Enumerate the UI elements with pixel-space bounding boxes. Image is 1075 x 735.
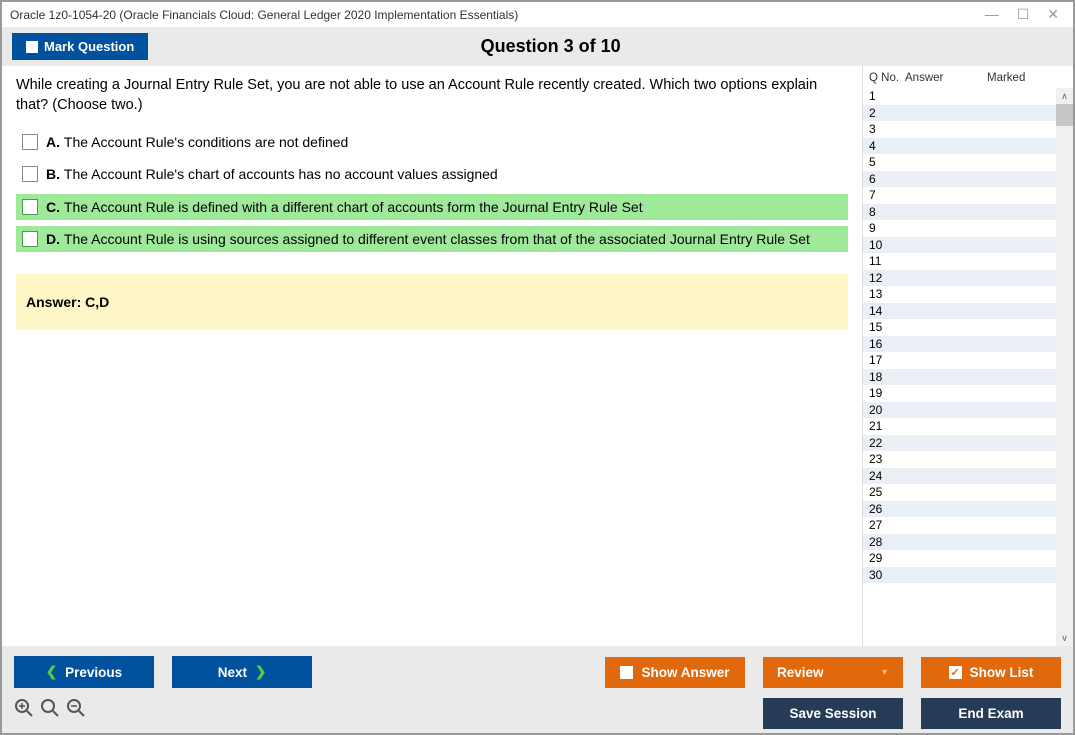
zoom-reset-icon[interactable] [40,698,60,723]
option-text: A. The Account Rule's conditions are not… [46,133,348,151]
list-row[interactable]: 28 [863,534,1073,551]
col-answer: Answer [905,72,987,84]
list-row[interactable]: 8 [863,204,1073,221]
minimize-icon[interactable]: — [985,6,999,23]
answer-box: Answer: C,D [16,274,848,330]
option-c[interactable]: C. The Account Rule is defined with a di… [16,194,848,220]
list-row[interactable]: 17 [863,352,1073,369]
save-session-button[interactable]: Save Session [763,698,903,729]
list-row[interactable]: 27 [863,517,1073,534]
list-row[interactable]: 13 [863,286,1073,303]
chevron-left-icon: ❮ [46,664,57,680]
checkbox-icon[interactable] [22,231,38,247]
option-text: B. The Account Rule's chart of accounts … [46,165,498,183]
review-button[interactable]: Review ▼ [763,657,903,688]
main-pane: While creating a Journal Entry Rule Set,… [2,66,862,646]
next-label: Next [218,665,247,680]
list-row[interactable]: 1 [863,88,1073,105]
scroll-down-icon[interactable]: ∨ [1056,630,1073,646]
end-exam-button[interactable]: End Exam [921,698,1061,729]
list-row[interactable]: 12 [863,270,1073,287]
next-button[interactable]: Next ❯ [172,656,312,688]
titlebar: Oracle 1z0-1054-20 (Oracle Financials Cl… [2,2,1073,27]
list-row[interactable]: 16 [863,336,1073,353]
close-icon[interactable]: ✕ [1047,6,1059,23]
checkbox-icon[interactable] [22,199,38,215]
question-list[interactable]: 1234567891011121314151617181920212223242… [863,88,1073,646]
options-list: A. The Account Rule's conditions are not… [16,129,848,252]
col-marked: Marked [987,72,1047,84]
window-controls: — ☐ ✕ [985,6,1065,23]
list-row[interactable]: 4 [863,138,1073,155]
option-b[interactable]: B. The Account Rule's chart of accounts … [16,161,848,187]
list-row[interactable]: 29 [863,550,1073,567]
content-wrap: While creating a Journal Entry Rule Set,… [2,66,1073,646]
answer-label: Answer: C,D [26,294,109,310]
list-row[interactable]: 24 [863,468,1073,485]
option-d[interactable]: D. The Account Rule is using sources ass… [16,226,848,252]
bottom-bar: ❮ Previous Next ❯ Show Answer Review ▼ ✓… [2,646,1073,733]
zoom-out-icon[interactable] [66,698,86,723]
side-header: Q No. Answer Marked [863,72,1073,88]
list-row[interactable]: 15 [863,319,1073,336]
list-row[interactable]: 11 [863,253,1073,270]
review-label: Review [777,665,824,680]
previous-button[interactable]: ❮ Previous [14,656,154,688]
option-text: D. The Account Rule is using sources ass… [46,230,810,248]
option-text: C. The Account Rule is defined with a di… [46,198,643,216]
mark-question-button[interactable]: Mark Question [12,33,148,60]
checkbox-icon[interactable] [22,166,38,182]
scrollbar[interactable]: ∧ ∨ [1056,88,1073,646]
side-list-wrap: 1234567891011121314151617181920212223242… [863,88,1073,646]
mark-question-label: Mark Question [44,39,134,54]
list-row[interactable]: 14 [863,303,1073,320]
list-row[interactable]: 7 [863,187,1073,204]
col-qno: Q No. [869,72,905,84]
list-row[interactable]: 5 [863,154,1073,171]
list-row[interactable]: 3 [863,121,1073,138]
side-panel: Q No. Answer Marked 12345678910111213141… [862,66,1073,646]
zoom-in-icon[interactable] [14,698,34,723]
list-row[interactable]: 20 [863,402,1073,419]
button-row-2: Save Session End Exam [14,698,1061,729]
list-row[interactable]: 22 [863,435,1073,452]
list-row[interactable]: 25 [863,484,1073,501]
show-answer-label: Show Answer [641,665,729,680]
end-exam-label: End Exam [958,706,1023,721]
list-row[interactable]: 23 [863,451,1073,468]
checkbox-icon [26,41,38,53]
chevron-right-icon: ❯ [255,664,266,680]
checkbox-icon[interactable] [22,134,38,150]
show-list-label: Show List [970,665,1034,680]
button-row-1: ❮ Previous Next ❯ Show Answer Review ▼ ✓… [14,656,1061,688]
list-row[interactable]: 6 [863,171,1073,188]
list-row[interactable]: 10 [863,237,1073,254]
previous-label: Previous [65,665,122,680]
scroll-thumb[interactable] [1056,104,1073,126]
check-icon: ✓ [949,666,962,679]
zoom-controls [14,698,86,729]
show-list-button[interactable]: ✓ Show List [921,657,1061,688]
save-session-label: Save Session [789,706,876,721]
app-window: Oracle 1z0-1054-20 (Oracle Financials Cl… [0,0,1075,735]
list-row[interactable]: 21 [863,418,1073,435]
list-row[interactable]: 18 [863,369,1073,386]
maximize-icon[interactable]: ☐ [1017,6,1030,23]
scroll-up-icon[interactable]: ∧ [1056,88,1073,104]
question-heading: Question 3 of 10 [148,36,953,57]
question-text: While creating a Journal Entry Rule Set,… [16,76,848,115]
list-row[interactable]: 19 [863,385,1073,402]
chevron-down-icon: ▼ [880,667,889,677]
option-a[interactable]: A. The Account Rule's conditions are not… [16,129,848,155]
list-row[interactable]: 26 [863,501,1073,518]
list-row[interactable]: 30 [863,567,1073,584]
list-row[interactable]: 9 [863,220,1073,237]
list-row[interactable]: 2 [863,105,1073,122]
header-bar: Mark Question Question 3 of 10 [2,27,1073,66]
square-icon [620,666,633,679]
window-title: Oracle 1z0-1054-20 (Oracle Financials Cl… [10,8,985,22]
show-answer-button[interactable]: Show Answer [605,657,745,688]
